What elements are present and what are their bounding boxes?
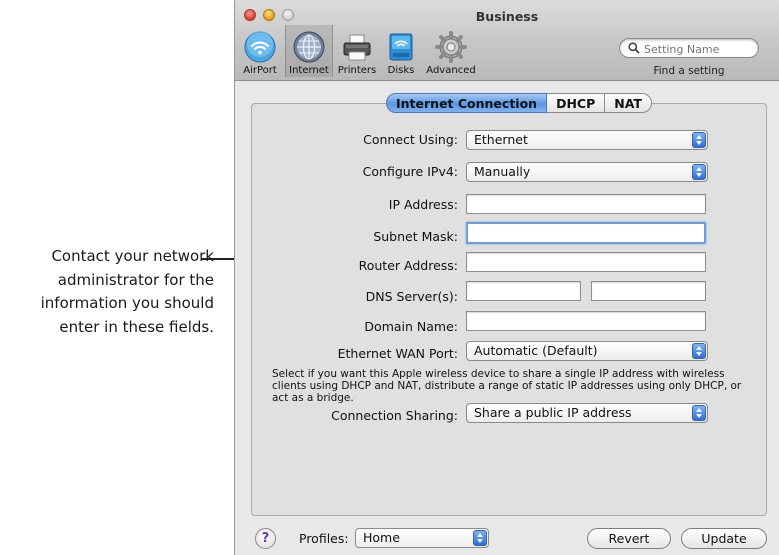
toolbar-disks[interactable]: Disks <box>381 25 421 77</box>
search-field[interactable] <box>619 38 759 58</box>
tab-internet-connection[interactable]: Internet Connection <box>386 93 548 113</box>
ip-address-label: IP Address: <box>388 197 458 212</box>
search-icon <box>628 42 640 54</box>
profiles-label: Profiles: <box>299 531 349 546</box>
gear-icon <box>435 31 467 63</box>
airport-icon <box>244 31 276 63</box>
popup-arrows-icon <box>692 343 706 359</box>
search-input[interactable] <box>642 40 756 58</box>
popup-arrows-icon <box>692 405 706 421</box>
toolbar-internet-label: Internet <box>289 65 329 76</box>
router-address-label: Router Address: <box>358 258 458 273</box>
wan-port-value: Automatic (Default) <box>474 343 598 358</box>
help-button[interactable]: ? <box>255 528 276 549</box>
toolbar-printers[interactable]: Printers <box>333 25 381 77</box>
toolbar: Business AirPort Internet Printers Disks… <box>235 0 779 81</box>
dns-server-1-field[interactable] <box>466 281 581 301</box>
toolbar-airport-label: AirPort <box>243 65 277 76</box>
toolbar-internet[interactable]: Internet <box>285 25 333 77</box>
wan-port-popup[interactable]: Automatic (Default) <box>466 341 708 361</box>
ip-address-field[interactable] <box>466 194 706 214</box>
dns-servers-label: DNS Server(s): <box>365 289 458 304</box>
configure-ipv4-value: Manually <box>474 164 531 179</box>
configure-ipv4-label: Configure IPv4: <box>362 164 458 179</box>
internet-globe-icon <box>293 31 325 63</box>
tab-nat[interactable]: NAT <box>605 93 652 113</box>
window-title: Business <box>475 9 539 24</box>
connection-sharing-label: Connection Sharing: <box>331 408 458 423</box>
popup-arrows-icon <box>692 164 706 180</box>
tab-bar: Internet Connection DHCP NAT <box>386 93 652 113</box>
profile-value: Home <box>363 530 400 545</box>
find-setting-caption: Find a setting <box>653 65 725 77</box>
update-button[interactable]: Update <box>681 528 767 549</box>
toolbar-advanced[interactable]: Advanced <box>421 25 481 77</box>
profiles-popup[interactable]: Home <box>355 528 489 548</box>
callout-line-1: Contact your network <box>51 247 214 265</box>
connect-using-label: Connect Using: <box>363 132 458 147</box>
callout-line-4: enter in these fields. <box>59 317 214 336</box>
toolbar-airport[interactable]: AirPort <box>235 25 285 77</box>
callout-line-2: administrator for the <box>57 270 214 289</box>
popup-arrows-icon <box>692 132 706 148</box>
popup-arrows-icon <box>473 530 487 546</box>
revert-button[interactable]: Revert <box>587 528 671 549</box>
dns-server-2-field[interactable] <box>591 281 706 301</box>
connection-sharing-popup[interactable]: Share a public IP address <box>466 403 708 423</box>
configure-ipv4-popup[interactable]: Manually <box>466 162 708 182</box>
tab-dhcp[interactable]: DHCP <box>547 93 606 113</box>
wan-port-label: Ethernet WAN Port: <box>337 346 458 361</box>
printer-icon <box>343 34 371 61</box>
domain-name-field[interactable] <box>466 311 706 331</box>
callout-line-3: information you should <box>40 294 214 312</box>
sharing-description: Select if you want this Apple wireless d… <box>272 368 742 404</box>
callout-annotation: Contact your network administrator for t… <box>0 245 214 339</box>
disk-icon <box>389 33 413 61</box>
subnet-mask-field[interactable] <box>466 222 706 244</box>
connection-sharing-value: Share a public IP address <box>474 405 632 420</box>
toolbar-printers-label: Printers <box>337 65 377 76</box>
connect-using-value: Ethernet <box>474 132 528 147</box>
toolbar-advanced-label: Advanced <box>426 65 476 76</box>
airport-utility-window: Business AirPort Internet Printers Disks… <box>234 0 779 555</box>
domain-name-label: Domain Name: <box>364 319 458 334</box>
toolbar-disks-label: Disks <box>387 65 415 76</box>
subnet-mask-label: Subnet Mask: <box>373 229 458 244</box>
router-address-field[interactable] <box>466 252 706 272</box>
connect-using-popup[interactable]: Ethernet <box>466 130 708 150</box>
